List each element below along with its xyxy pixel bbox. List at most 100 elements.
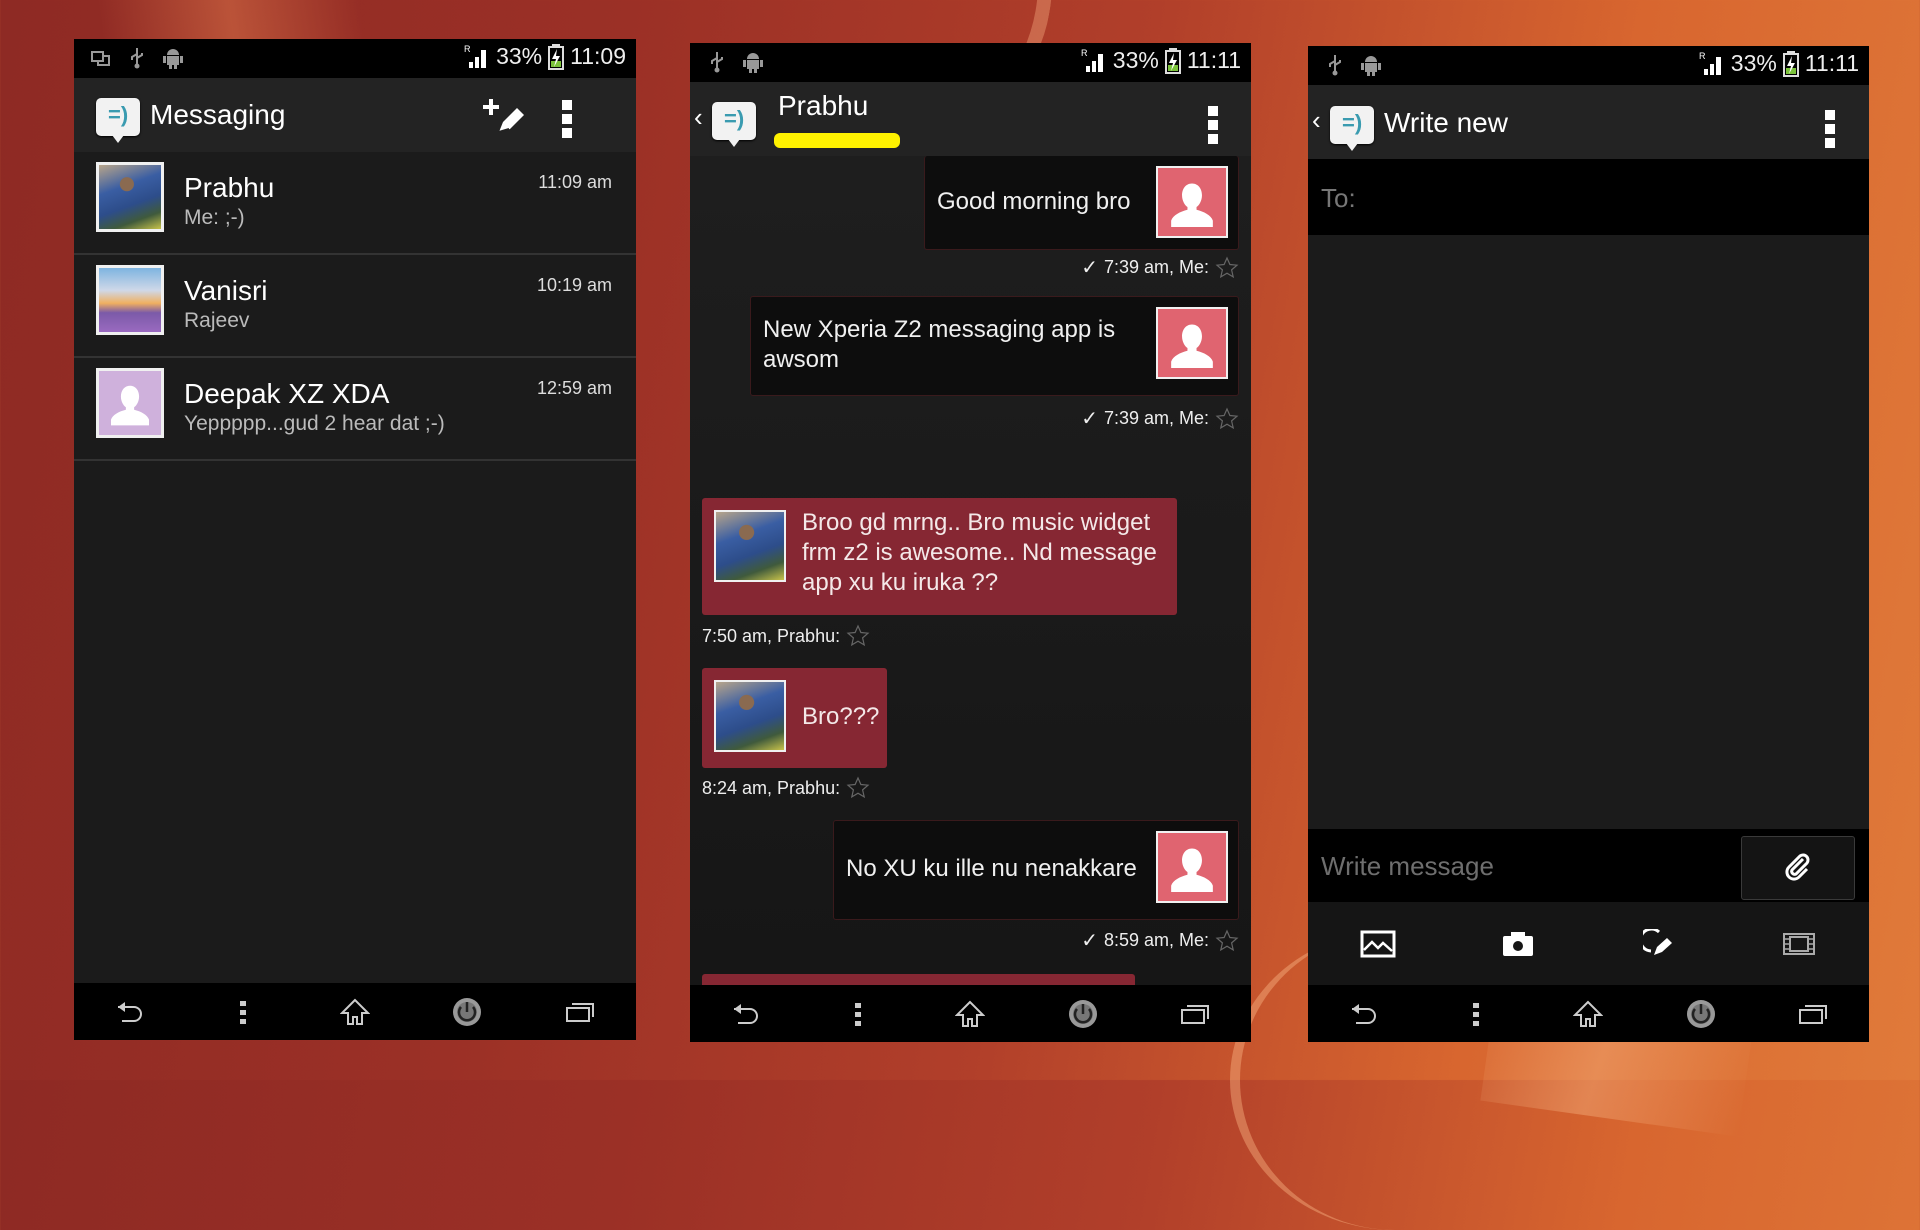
battery-charging-icon	[1164, 47, 1181, 74]
message-snippet: Rajeev	[184, 309, 250, 332]
android-debug-icon	[163, 49, 183, 69]
overflow-menu-icon[interactable]	[1825, 110, 1835, 152]
nav-power-button[interactable]	[1063, 994, 1103, 1034]
contact-title: Prabhu	[778, 90, 869, 121]
avatar	[714, 510, 786, 582]
star-icon[interactable]	[846, 776, 870, 800]
overflow-menu-icon[interactable]	[1208, 106, 1218, 148]
conversation-item[interactable]: Vanisri Rajeev 10:19 am	[74, 255, 636, 358]
back-icon	[734, 1003, 759, 1024]
clock: 11:09	[570, 43, 626, 69]
overflow-menu-icon[interactable]	[562, 100, 572, 142]
message-input[interactable]	[1308, 829, 1743, 904]
page-title: Messaging	[150, 99, 286, 130]
nav-recent-apps-button[interactable]	[560, 992, 600, 1032]
navigation-bar	[74, 983, 636, 1040]
message-snippet: Yeppppp...gud 2 hear dat ;-)	[184, 412, 445, 435]
message-timestamp: 7:39 am, Me:	[1103, 257, 1209, 277]
status-bar: R 33% 11:09	[74, 39, 636, 78]
message-meta: ✓ 7:39 am, Me:	[1081, 406, 1239, 431]
star-icon[interactable]	[1215, 407, 1239, 431]
nav-back-button[interactable]	[726, 994, 766, 1034]
nav-recent-apps-button[interactable]	[1175, 994, 1215, 1034]
avatar	[96, 368, 164, 438]
back-chevron-icon[interactable]: ‹	[1312, 105, 1321, 136]
navigation-bar	[690, 985, 1251, 1042]
nav-back-button[interactable]	[1344, 994, 1384, 1034]
avatar	[1156, 166, 1228, 238]
new-message-icon[interactable]	[483, 96, 527, 140]
battery-percent: 33%	[1730, 50, 1777, 76]
incoming-message[interactable]: Bro???	[702, 668, 887, 768]
messaging-app-icon[interactable]: =)	[712, 102, 756, 147]
message-timestamp: 8:24 am, Prabhu:	[702, 777, 841, 798]
contact-name: Deepak XZ XDA	[184, 378, 390, 409]
back-icon	[118, 1001, 143, 1022]
gallery-button[interactable]	[1356, 924, 1400, 964]
phone-conversation: R 33% 11:11 ‹ =) Prabhu Good morning bro…	[690, 43, 1251, 1042]
person-icon	[1165, 319, 1219, 373]
attach-button[interactable]	[1741, 836, 1855, 900]
outgoing-message[interactable]: No XU ku ille nu nenakkare	[833, 820, 1239, 920]
video-button[interactable]	[1777, 924, 1821, 964]
message-time: 11:09 am	[538, 172, 612, 192]
navigation-bar	[1308, 985, 1869, 1042]
delivered-check-icon: ✓	[1081, 930, 1098, 952]
svg-text:R: R	[1699, 51, 1706, 61]
signal-icon: R	[464, 44, 487, 68]
outgoing-message[interactable]: New Xperia Z2 messaging app is awsom	[750, 296, 1239, 396]
messaging-app-icon[interactable]: =)	[1330, 106, 1374, 151]
star-icon[interactable]	[846, 624, 870, 648]
camera-button[interactable]	[1496, 924, 1540, 964]
nav-menu-button[interactable]	[223, 992, 263, 1032]
back-chevron-icon[interactable]: ‹	[694, 102, 703, 133]
gallery-icon	[1360, 930, 1396, 957]
multiwindow-icon	[91, 51, 110, 66]
clock: 11:11	[1804, 50, 1859, 76]
nav-back-button[interactable]	[110, 992, 150, 1032]
recipient-field[interactable]: To:	[1308, 159, 1869, 235]
nav-power-button[interactable]	[447, 992, 487, 1032]
svg-text:R: R	[1081, 48, 1088, 58]
star-icon[interactable]	[1215, 929, 1239, 953]
nav-menu-button[interactable]	[838, 994, 878, 1034]
svg-text:R: R	[464, 44, 471, 54]
nav-home-button[interactable]	[1568, 994, 1608, 1034]
message-composer	[1308, 829, 1869, 904]
outgoing-message[interactable]: Good morning bro	[924, 156, 1239, 250]
paperclip-icon	[1785, 853, 1810, 881]
back-icon	[1352, 1003, 1377, 1024]
battery-percent: 33%	[496, 43, 543, 69]
avatar	[96, 162, 164, 232]
star-icon[interactable]	[1215, 256, 1239, 280]
menu-dots-icon	[239, 1000, 246, 1024]
sketch-button[interactable]	[1637, 924, 1681, 964]
nav-power-button[interactable]	[1681, 994, 1721, 1034]
message-text: No XU ku ille nu nenakkare	[846, 855, 1137, 882]
incoming-message[interactable]: Broo gd mrng.. Bro music widget frm z2 i…	[702, 498, 1177, 615]
nav-recent-apps-button[interactable]	[1793, 994, 1833, 1034]
message-text: New Xperia Z2 messaging app is awsom	[763, 316, 1116, 373]
nav-home-button[interactable]	[335, 992, 375, 1032]
conversation-item[interactable]: Deepak XZ XDA Yeppppp...gud 2 hear dat ;…	[74, 358, 636, 461]
message-timestamp: 8:59 am, Me:	[1103, 930, 1209, 950]
menu-dots-icon	[1473, 1002, 1480, 1026]
nav-menu-button[interactable]	[1456, 994, 1496, 1034]
message-time: 12:59 am	[536, 378, 612, 398]
battery-charging-icon	[1782, 50, 1799, 77]
usb-icon	[711, 52, 723, 73]
avatar	[714, 680, 786, 752]
usb-icon	[1329, 55, 1341, 76]
conversation-item[interactable]: Prabhu Me: ;-) 11:09 am	[74, 152, 636, 255]
incoming-message[interactable]: Ss anupunga bro watsapp la	[702, 974, 1135, 985]
recent-apps-icon	[565, 1002, 594, 1022]
person-icon	[1165, 178, 1219, 232]
android-debug-icon	[1361, 56, 1381, 76]
avatar	[1156, 307, 1228, 379]
nav-home-button[interactable]	[950, 994, 990, 1034]
message-meta: 7:50 am, Prabhu:	[702, 624, 870, 648]
power-icon	[1068, 999, 1097, 1028]
clock: 11:11	[1186, 47, 1241, 73]
page-title: Write new	[1384, 107, 1508, 138]
message-text: Good morning bro	[937, 188, 1131, 215]
